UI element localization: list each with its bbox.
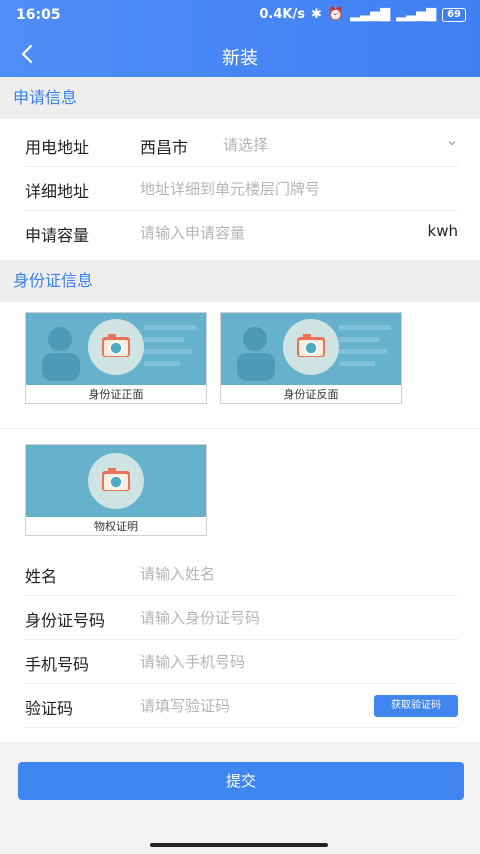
idno-label: 身份证号码 bbox=[25, 611, 106, 630]
code-label: 验证码 bbox=[25, 699, 74, 718]
signal-icon: ▂▃▅▇ bbox=[350, 7, 391, 22]
upload-property-proof[interactable]: 物权证明 bbox=[25, 444, 207, 536]
capacity-row: 申请容量 请输入申请容量 kwh bbox=[25, 211, 458, 255]
signal-icon-2: ▂▃▅▇ bbox=[396, 7, 437, 22]
page-title: 新装 bbox=[222, 48, 258, 69]
home-indicator[interactable] bbox=[150, 843, 328, 847]
phone-row: 手机号码 请输入手机号码 bbox=[25, 640, 458, 684]
bluetooth-icon: ✱ bbox=[310, 7, 322, 22]
status-time: 16:05 bbox=[16, 7, 61, 23]
id-front-caption: 身份证正面 bbox=[88, 388, 144, 401]
capacity-unit: kwh bbox=[427, 222, 458, 240]
upload-id-front[interactable]: 身份证正面 bbox=[25, 312, 207, 404]
idno-input[interactable]: 请输入身份证号码 bbox=[140, 607, 260, 628]
name-input[interactable]: 请输入姓名 bbox=[140, 563, 215, 584]
capacity-input[interactable]: 请输入申请容量 bbox=[140, 222, 245, 243]
network-speed: 0.4K/s bbox=[259, 7, 305, 22]
divider bbox=[0, 428, 480, 429]
phone-input[interactable]: 请输入手机号码 bbox=[140, 651, 245, 672]
upload-id-back[interactable]: 身份证反面 bbox=[220, 312, 402, 404]
section-header-apply: 申请信息 bbox=[0, 77, 480, 119]
address-label: 用电地址 bbox=[25, 138, 90, 157]
get-code-button[interactable]: 获取验证码 bbox=[374, 695, 458, 717]
id-card-section: 身份证正面 身份证反面 物权证明 姓名 请输入姓名 身份证号码 请输入身份证号码… bbox=[0, 302, 480, 742]
detail-address-label: 详细地址 bbox=[25, 182, 90, 201]
top-bar: 16:05 0.4K/s ✱ ⏰ ▂▃▅▇ ▂▃▅▇ 69 新装 bbox=[0, 0, 480, 77]
camera-icon bbox=[88, 453, 144, 509]
alarm-icon: ⏰ bbox=[327, 7, 345, 22]
status-bar: 16:05 0.4K/s ✱ ⏰ ▂▃▅▇ ▂▃▅▇ 69 bbox=[0, 0, 480, 32]
code-row: 验证码 请填写验证码 获取验证码 bbox=[25, 684, 458, 728]
name-row: 姓名 请输入姓名 bbox=[25, 552, 458, 596]
apply-card: 用电地址 西昌市 请选择 详细地址 地址详细到单元楼层门牌号 申请容量 请输入申… bbox=[0, 119, 480, 261]
code-input[interactable]: 请填写验证码 bbox=[140, 695, 230, 716]
id-back-caption: 身份证反面 bbox=[283, 388, 339, 401]
detail-address-input[interactable]: 地址详细到单元楼层门牌号 bbox=[140, 178, 320, 199]
city-select[interactable]: 西昌市 bbox=[140, 134, 188, 158]
id-card-front-illustration bbox=[42, 319, 196, 381]
section-header-id: 身份证信息 bbox=[0, 260, 480, 302]
property-proof-caption: 物权证明 bbox=[94, 520, 138, 533]
address-select[interactable]: 请选择 bbox=[223, 134, 268, 155]
detail-address-row: 详细地址 地址详细到单元楼层门牌号 bbox=[25, 167, 458, 211]
name-label: 姓名 bbox=[25, 567, 58, 586]
capacity-label: 申请容量 bbox=[25, 226, 90, 245]
status-icons: 0.4K/s ✱ ⏰ ▂▃▅▇ ▂▃▅▇ 69 bbox=[259, 7, 466, 22]
idno-row: 身份证号码 请输入身份证号码 bbox=[25, 596, 458, 640]
chevron-down-icon[interactable] bbox=[446, 137, 458, 149]
address-row[interactable]: 用电地址 西昌市 请选择 bbox=[25, 123, 458, 167]
id-card-back-illustration bbox=[237, 319, 391, 381]
battery-icon: 69 bbox=[442, 7, 466, 22]
nav-bar: 新装 bbox=[0, 32, 480, 77]
submit-button[interactable]: 提交 bbox=[18, 762, 464, 800]
phone-label: 手机号码 bbox=[25, 655, 90, 674]
